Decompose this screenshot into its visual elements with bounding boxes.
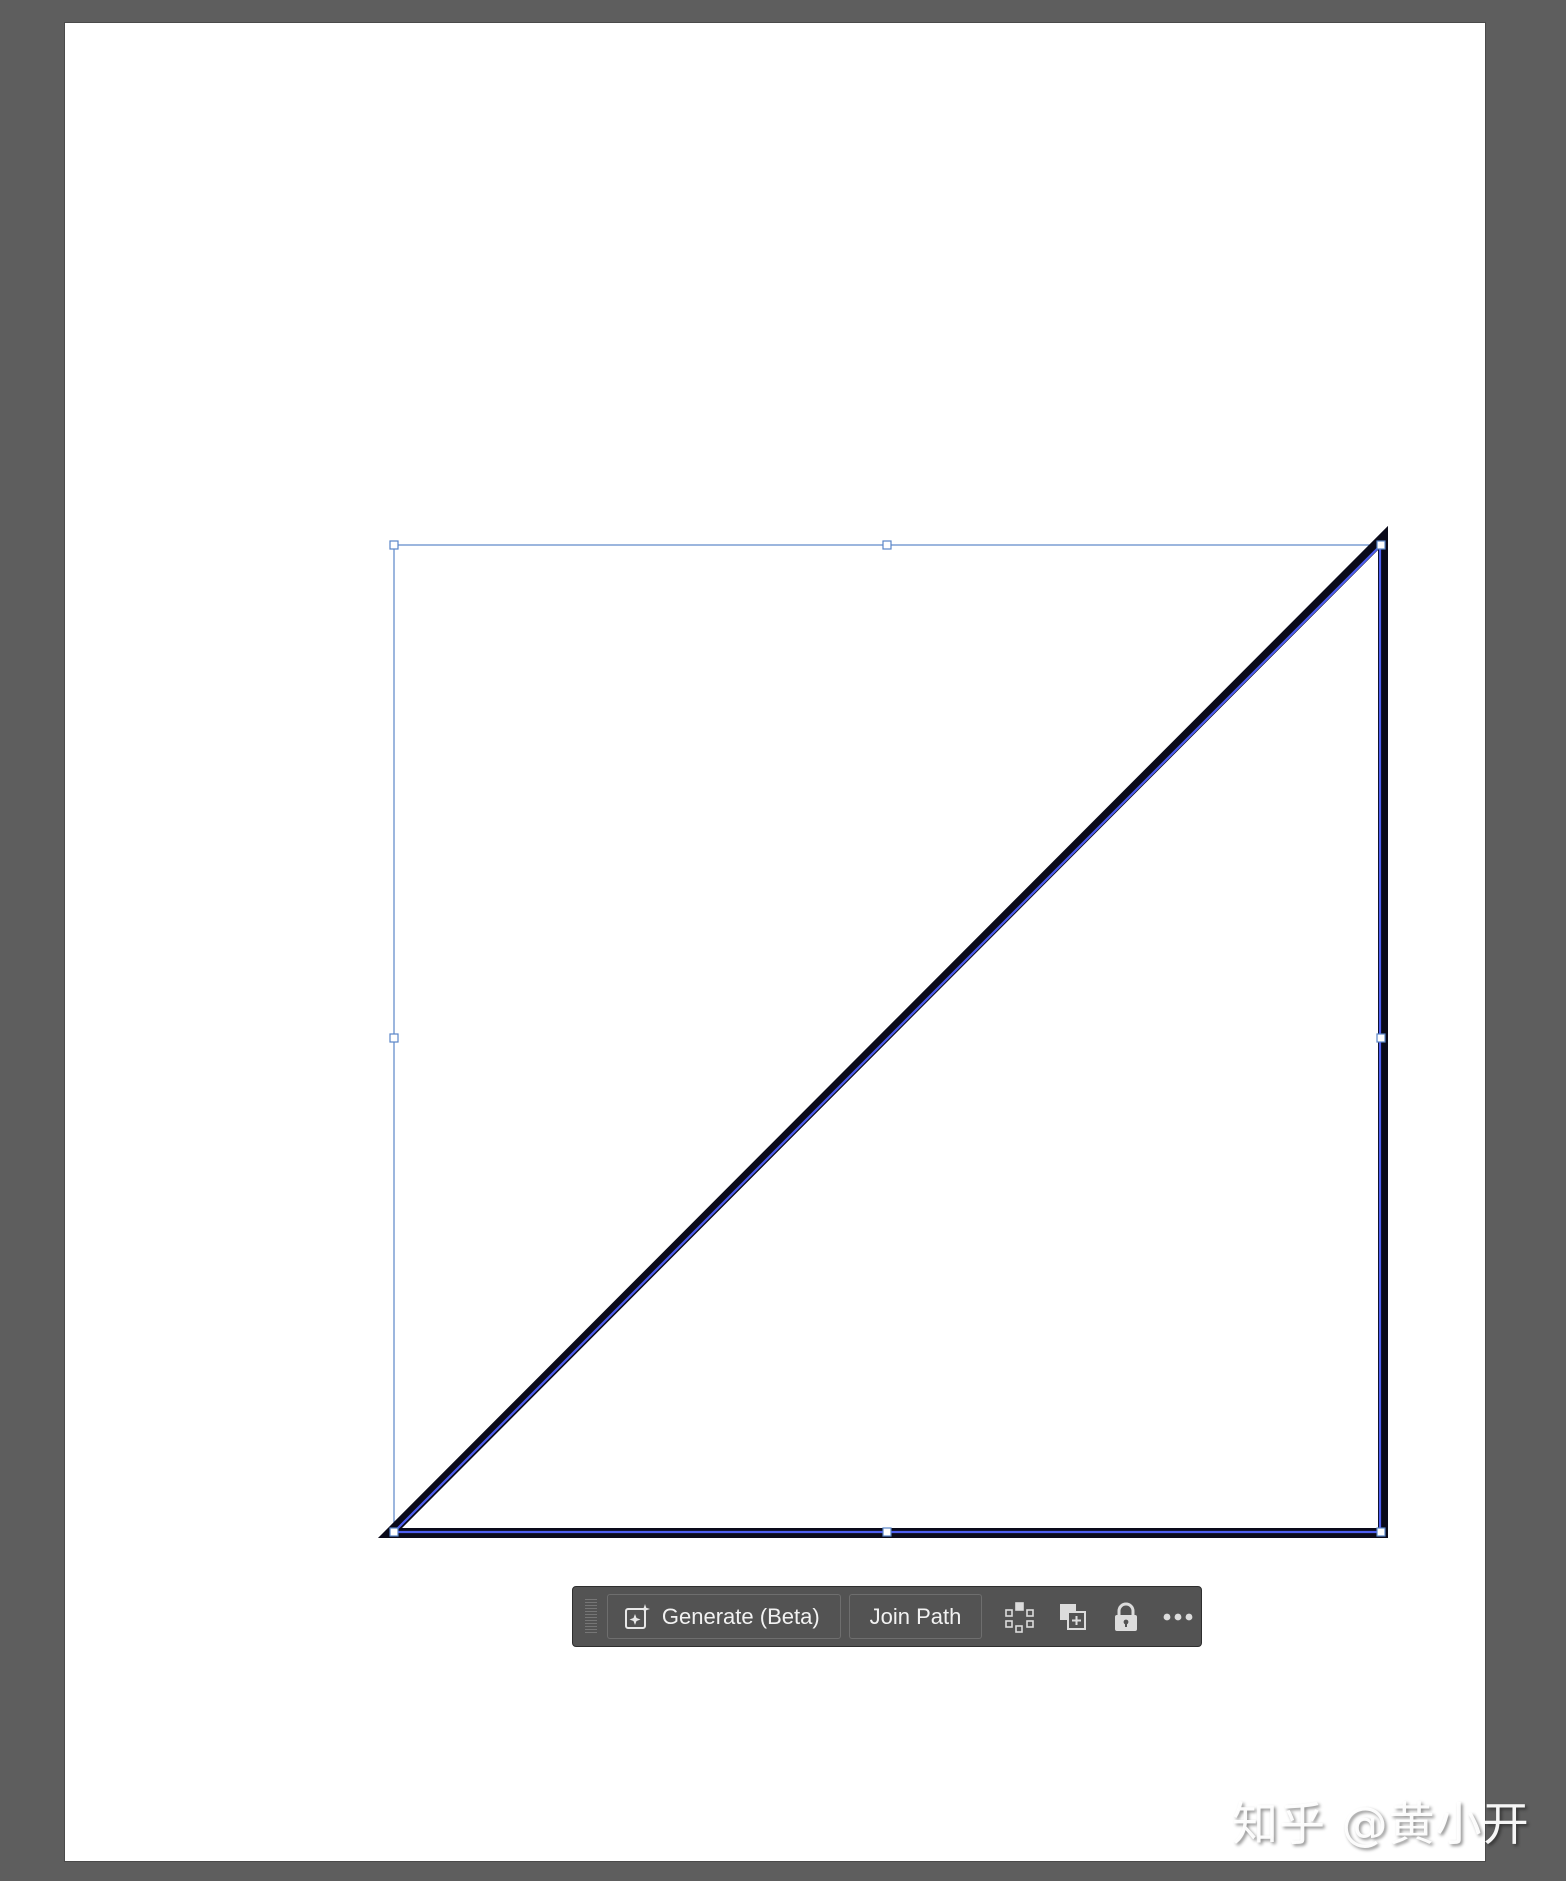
handle-top-left [389,540,399,550]
lock-icon[interactable] [1103,1594,1149,1640]
drag-grip-handle[interactable] [585,1598,597,1635]
handle-bottom-middle [882,1527,892,1537]
generate-beta-button[interactable]: Generate (Beta) [606,1594,841,1639]
triangle-shape[interactable] [377,525,1388,1538]
handle-bottom-left [389,1527,399,1537]
more-options-icon[interactable] [1155,1594,1201,1640]
handle-bottom-right [1376,1527,1386,1537]
generate-sparkle-icon [624,1603,652,1631]
watermark-text: 知乎 @黄小开 [1232,1797,1530,1851]
duplicate-icon[interactable] [1050,1594,1096,1640]
handle-middle-right [1376,1033,1386,1043]
generate-beta-label: Generate (Beta) [661,1603,820,1629]
handle-top-middle [882,540,892,550]
join-path-button[interactable]: Join Path [848,1594,983,1639]
isolate-points-icon[interactable] [997,1594,1043,1640]
join-path-label: Join Path [869,1603,962,1629]
handle-middle-left [389,1033,399,1043]
contextual-task-bar[interactable]: Generate (Beta) Join Path [572,1586,1202,1647]
handle-top-right [1376,540,1386,550]
